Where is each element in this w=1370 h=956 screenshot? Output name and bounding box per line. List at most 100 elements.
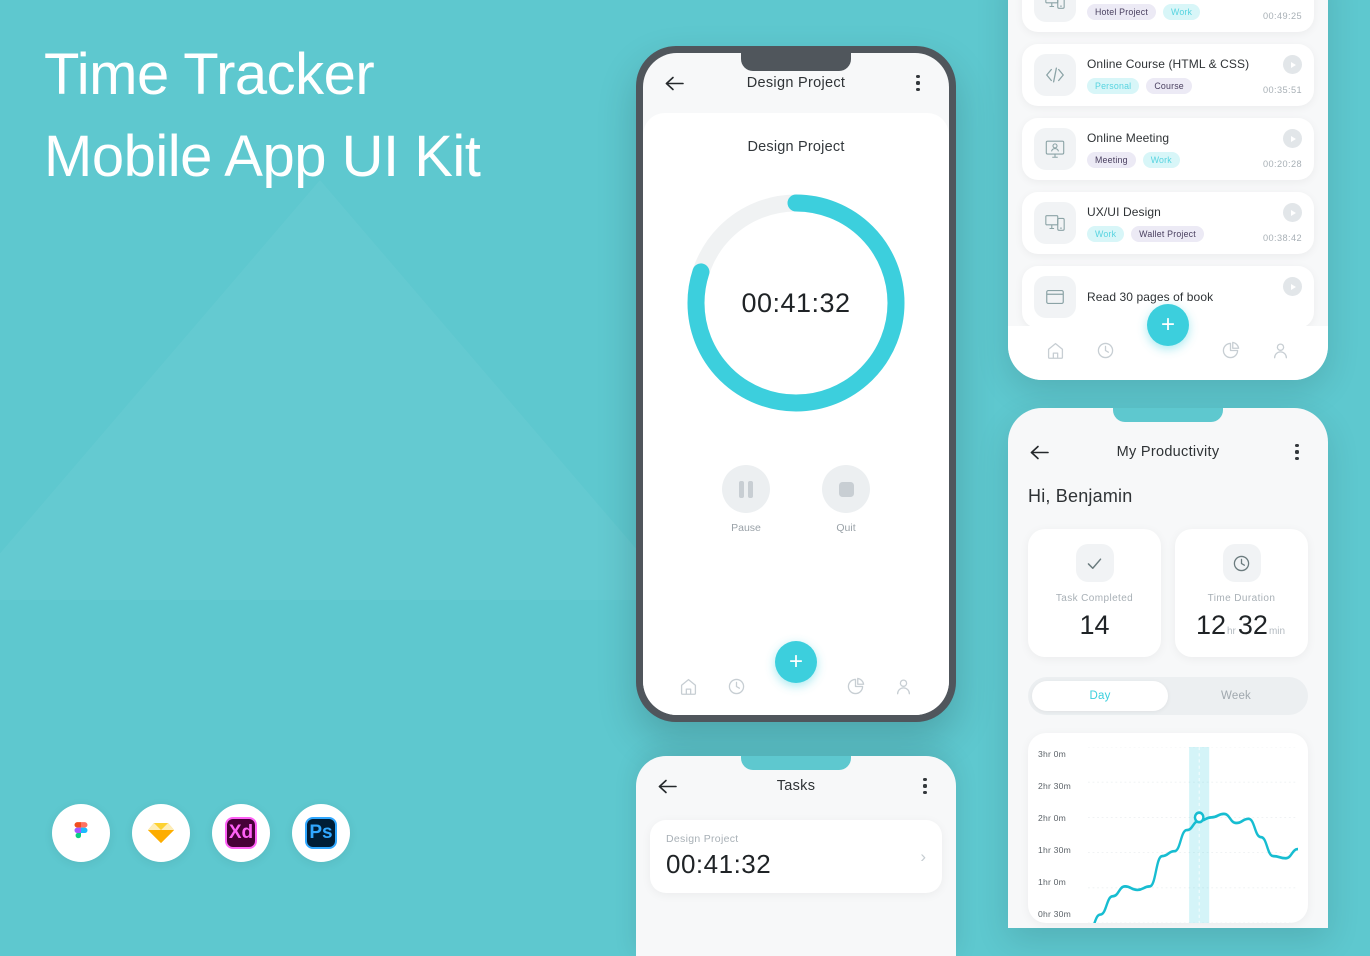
list-item[interactable]: Online Course (HTML & CSS) Personal Course…: [1022, 44, 1314, 106]
timer-controls: Pause Quit: [722, 465, 870, 534]
page-title: Design Project: [746, 75, 846, 91]
task-subtitle: Design Project: [666, 833, 739, 845]
list-item-title: Online Course (HTML & CSS): [1087, 56, 1250, 71]
stat-label: Task Completed: [1055, 593, 1134, 604]
phone-notch: [741, 756, 851, 770]
range-toggle[interactable]: Day Week: [1028, 677, 1308, 715]
back-button[interactable]: [661, 70, 687, 96]
chevron-right-icon: ›: [920, 846, 926, 866]
list-item[interactable]: UX/UI Design Work Wallet Project 00:38:42: [1022, 192, 1314, 254]
nav-item-stats[interactable]: [1221, 341, 1240, 365]
timer-card: Design Project 00:41:32 Pause Quit: [643, 113, 949, 663]
phone-notch: [1113, 408, 1223, 422]
stat-card-time-duration: Time Duration 12hr32min: [1175, 529, 1308, 657]
play-button[interactable]: [1283, 203, 1302, 222]
chart-plot[interactable]: [1088, 747, 1298, 923]
tag: Personal: [1087, 77, 1140, 94]
toggle-week[interactable]: Week: [1168, 681, 1304, 711]
project-name: Design Project: [747, 139, 845, 155]
tag: Course: [1146, 77, 1192, 94]
stop-icon: [822, 465, 870, 513]
productivity-chart-card: 3hr 0m 2hr 30m 2hr 0m 1hr 30m 1hr 0m 0hr 30m: [1028, 733, 1308, 923]
list-item-title: Read 30 pages of book: [1087, 290, 1214, 304]
pause-label: Pause: [731, 522, 761, 534]
duration-hours-unit: hr: [1226, 626, 1236, 637]
photoshop-label: Ps: [309, 822, 333, 843]
quit-label: Quit: [836, 522, 856, 534]
productivity-appbar: My Productivity: [1008, 422, 1328, 482]
sketch-icon: [132, 804, 190, 862]
page-title: Tasks: [776, 778, 816, 794]
app-format-badges: Xd Ps: [52, 804, 350, 862]
timer-phone-frame: Design Project Design Project 00:41:32 P…: [636, 46, 956, 722]
timer-screen: Design Project Design Project 00:41:32 P…: [643, 53, 949, 715]
pause-icon: [722, 465, 770, 513]
nav-item-home[interactable]: [1046, 341, 1065, 365]
nav-item-profile[interactable]: [1271, 341, 1290, 365]
tag: Wallet Project: [1131, 225, 1204, 242]
pause-button[interactable]: Pause: [722, 465, 770, 534]
duration-minutes-unit: min: [1268, 626, 1286, 637]
y-axis-tick: 3hr 0m: [1038, 749, 1066, 759]
timer-bottom-nav: +: [643, 641, 949, 715]
nav-item-home[interactable]: [679, 677, 698, 701]
duration-minutes: 32: [1237, 610, 1268, 640]
nav-item-timer[interactable]: [727, 677, 746, 701]
add-task-fab[interactable]: +: [1147, 304, 1189, 346]
y-axis-tick: 1hr 0m: [1038, 877, 1066, 887]
more-vertical-icon[interactable]: [1284, 439, 1310, 465]
play-button[interactable]: [1283, 55, 1302, 74]
list-item-content: Read 30 pages of book: [1087, 290, 1302, 304]
back-button[interactable]: [654, 773, 680, 799]
tag: Hotel Project: [1087, 3, 1156, 20]
list-item-duration: 00:35:51: [1263, 85, 1302, 95]
chart-y-axis: 3hr 0m 2hr 30m 2hr 0m 1hr 30m 1hr 0m 0hr 30m: [1034, 747, 1088, 923]
tag: Work: [1087, 225, 1125, 242]
play-button[interactable]: [1283, 277, 1302, 296]
list-item[interactable]: UX/UI DesignHotel ProjectWork00:49:25: [1022, 0, 1314, 32]
duration-hours: 12: [1195, 610, 1226, 640]
nav-item-stats[interactable]: [846, 677, 865, 701]
figma-icon: [52, 804, 110, 862]
list-item-duration: 00:20:28: [1263, 159, 1302, 169]
list-item[interactable]: Online Meeting Meeting Work 00:20:28: [1022, 118, 1314, 180]
list-item-title: Online Meeting: [1087, 130, 1170, 145]
y-axis-tick: 0hr 30m: [1038, 909, 1071, 919]
background-watermark: [0, 180, 680, 600]
stat-card-task-completed: Task Completed 14: [1028, 529, 1161, 657]
greeting: Hi, Benjamin: [1028, 486, 1133, 506]
page-title: My Productivity: [1116, 444, 1220, 460]
task-list[interactable]: UX/UI Design Hotel Project Work 00:49:25 Onl…: [1008, 0, 1328, 326]
add-task-fab[interactable]: +: [775, 641, 817, 683]
adobe-xd-icon: Xd: [212, 804, 270, 862]
hero-section: Time Tracker Mobile App UI Kit: [44, 34, 604, 199]
toggle-day[interactable]: Day: [1032, 681, 1168, 711]
stat-value: 14: [1079, 610, 1110, 640]
video-person-icon: [1034, 128, 1076, 170]
stat-label: Time Duration: [1207, 593, 1276, 604]
more-vertical-icon[interactable]: [912, 773, 938, 799]
book-icon: [1034, 276, 1076, 318]
nav-item-profile[interactable]: [894, 677, 913, 701]
clock-icon: [1222, 544, 1261, 582]
nav-item-timer[interactable]: [1096, 341, 1115, 365]
phone-notch: [741, 53, 851, 71]
stat-value: 12hr32min: [1185, 610, 1298, 641]
task-row[interactable]: Design Project 00:41:32 ›: [650, 820, 942, 893]
devices-icon: [1034, 0, 1076, 22]
devices-icon: [1034, 202, 1076, 244]
adobe-xd-label: Xd: [228, 822, 254, 843]
play-button[interactable]: [1283, 129, 1302, 148]
back-button[interactable]: [1026, 439, 1052, 465]
stats-row: Task Completed 14 Time Duration 12hr32mi…: [1008, 507, 1328, 657]
list-item-title: UX/UI Design: [1087, 204, 1161, 219]
quit-button[interactable]: Quit: [822, 465, 870, 534]
elapsed-time: 00:41:32: [741, 287, 851, 318]
page-title: Time Tracker Mobile App UI Kit: [44, 34, 604, 199]
hero-line-1: Time Tracker: [44, 42, 375, 107]
list-item-duration: 00:49:25: [1263, 11, 1302, 21]
more-vertical-icon[interactable]: [905, 70, 931, 96]
progress-ring: 00:41:32: [680, 187, 912, 419]
code-icon: [1034, 54, 1076, 96]
tasks-screen: Tasks Design Project 00:41:32 ›: [636, 756, 956, 956]
